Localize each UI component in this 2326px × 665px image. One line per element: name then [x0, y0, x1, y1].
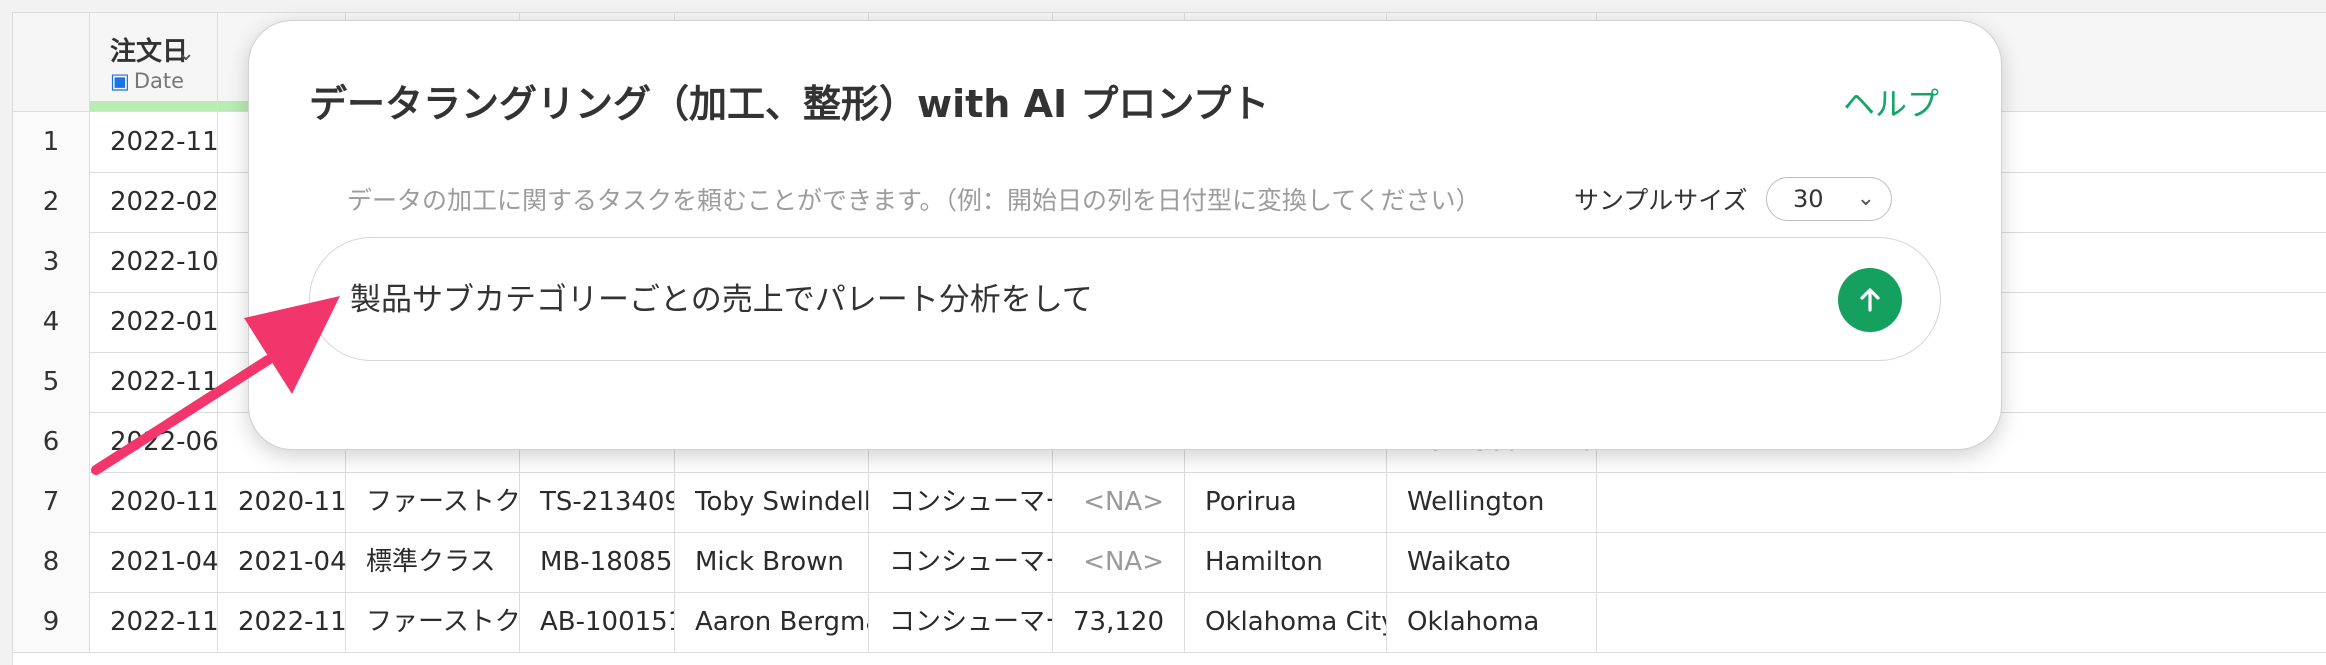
table-cell[interactable]: Porirua [1185, 472, 1387, 532]
column-type: Date [133, 69, 185, 93]
table-cell[interactable]: 2020-11-08 [218, 472, 346, 532]
table-cell[interactable]: 2021-04-18 [218, 532, 346, 592]
table-cell[interactable]: Oklahoma City [1185, 592, 1387, 652]
table-cell[interactable]: Wellington [1387, 472, 1597, 532]
table-row: 92022-11-112022-11-13ファーストクラスAB-10015140… [13, 592, 2326, 653]
table-cell[interactable]: 標準クラス [346, 532, 520, 592]
table-cell[interactable]: <NA> [1053, 472, 1185, 532]
table-cell[interactable]: <NA> [1053, 532, 1185, 592]
row-number: 8 [13, 532, 90, 592]
table-cell[interactable]: コンシューマー [869, 532, 1053, 592]
table-cell[interactable]: Oklahoma [1387, 592, 1597, 652]
arrow-up-icon [1860, 288, 1880, 312]
table-cell[interactable]: Toby Swindell [675, 472, 869, 532]
table-cell[interactable]: 2022-01-28 [90, 292, 218, 352]
table-cell[interactable]: 2022-02-05 [90, 172, 218, 232]
chevron-down-icon[interactable]: ⌄ [177, 41, 195, 66]
prompt-text: 製品サブカテゴリーごとの売上でパレート分析をして [350, 282, 1093, 318]
table-cell[interactable]: ファーストクラス [346, 592, 520, 652]
table-cell[interactable]: 2020-11-06 [90, 472, 218, 532]
table-cell[interactable]: Waikato [1387, 532, 1597, 592]
table-cell[interactable]: コンシューマー [869, 472, 1053, 532]
table-cell[interactable]: コンシューマー [869, 592, 1053, 652]
table-cell[interactable]: Mick Brown [675, 532, 869, 592]
calendar-icon: ▣ [110, 69, 130, 93]
table-cell[interactable]: AB-100151402 [520, 592, 675, 652]
row-number-header [13, 13, 90, 111]
table-cell[interactable]: 2022-11-11 [90, 592, 218, 652]
table-row: 72020-11-062020-11-08ファーストクラスTS-2134092T… [13, 472, 2326, 533]
table-cell[interactable]: 73,120 [1053, 592, 1185, 652]
table-cell[interactable]: Hamilton [1185, 532, 1387, 592]
sample-size-value: 30 [1793, 185, 1824, 213]
prompt-hint: データの加工に関するタスクを頼むことができます。（例：開始日の列を日付型に変換し… [347, 186, 1481, 215]
table-cell[interactable]: 2022-10-17 [90, 232, 218, 292]
table-cell[interactable]: ファーストクラス [346, 472, 520, 532]
dialog-title: データラングリング（加工、整形）with AI プロンプト [309, 82, 1270, 126]
table-cell[interactable]: 2022-11-13 [218, 592, 346, 652]
row-number: 1 [13, 112, 90, 172]
table-cell[interactable]: MB-1808592 [520, 532, 675, 592]
row-number: 3 [13, 232, 90, 292]
row-number: 4 [13, 292, 90, 352]
ai-prompt-dialog: データラングリング（加工、整形）with AI プロンプト ヘルプ データの加工… [248, 20, 2002, 450]
column-header-order-date[interactable]: 注文日 ▣ Date ⌄ [90, 13, 218, 111]
table-cell[interactable]: TS-2134092 [520, 472, 675, 532]
row-number: 6 [13, 412, 90, 472]
row-number: 9 [13, 592, 90, 652]
table-cell[interactable]: 2022-11-1 [90, 352, 218, 412]
help-link[interactable]: ヘルプ [1843, 79, 1939, 125]
table-cell[interactable]: 2022-11-11 [90, 112, 218, 172]
row-number: 2 [13, 172, 90, 232]
sample-size-label: サンプルサイズ [1574, 186, 1748, 215]
table-cell[interactable]: Aaron Bergman [675, 592, 869, 652]
column-quality-bar [90, 101, 217, 111]
table-row: 82021-04-142021-04-18標準クラスMB-1808592Mick… [13, 532, 2326, 593]
chevron-down-icon: ⌄ [1856, 186, 1875, 211]
row-number: 5 [13, 352, 90, 412]
sample-size-select[interactable]: 30 ⌄ [1766, 177, 1892, 221]
table-cell[interactable]: 2021-04-14 [90, 532, 218, 592]
send-button[interactable] [1838, 268, 1902, 332]
table-cell[interactable]: 2022-06-28 [90, 412, 218, 472]
row-number: 7 [13, 472, 90, 532]
prompt-input[interactable]: 製品サブカテゴリーごとの売上でパレート分析をして [309, 237, 1941, 361]
